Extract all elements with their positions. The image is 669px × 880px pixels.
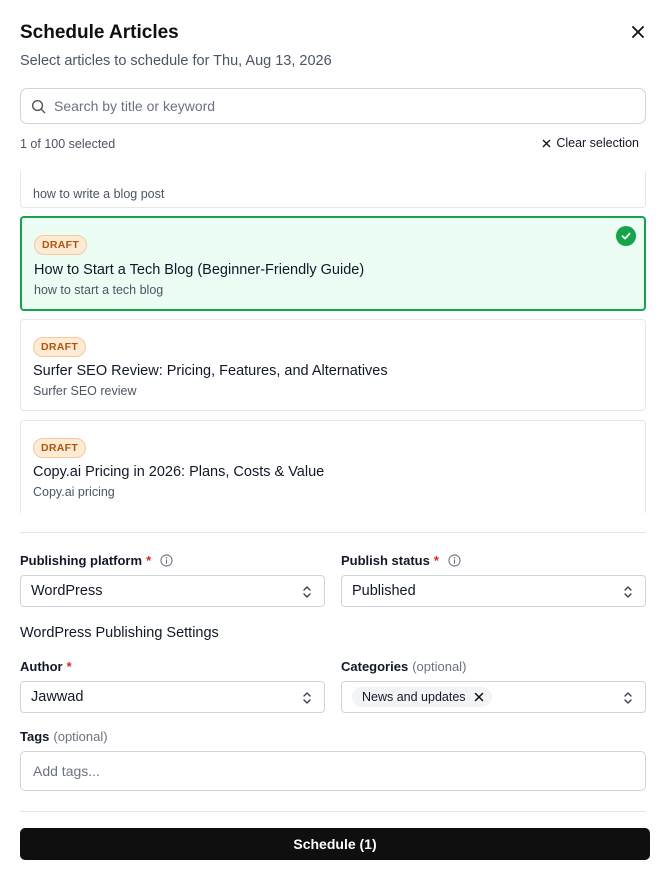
- publish-status-value: Published: [352, 583, 416, 599]
- article-title: Surfer SEO Review: Pricing, Features, an…: [33, 363, 388, 379]
- article-keyword: how to write a blog post: [33, 187, 165, 201]
- check-circle-icon: [616, 226, 636, 246]
- categories-select[interactable]: News and updates: [341, 681, 646, 713]
- category-chip: News and updates: [352, 687, 492, 707]
- article-title: How to Start a Tech Blog (Beginner-Frien…: [34, 262, 365, 278]
- platform-label: Publishing platform *: [20, 553, 173, 568]
- info-icon[interactable]: [448, 554, 461, 567]
- article-card[interactable]: how to write a blog post: [20, 171, 646, 208]
- categories-label: Categories (optional): [341, 659, 467, 674]
- tags-field: [20, 751, 646, 791]
- selection-count: 1 of 100 selected: [20, 137, 116, 151]
- chevron-up-down-icon: [624, 692, 632, 704]
- article-list[interactable]: how to write a blog post DRAFT How to St…: [0, 171, 669, 513]
- author-value: Jawwad: [31, 689, 84, 705]
- dialog-subtitle: Select articles to schedule for Thu, Aug…: [20, 53, 332, 69]
- section-title: WordPress Publishing Settings: [20, 625, 219, 641]
- status-badge: DRAFT: [34, 235, 88, 255]
- close-button[interactable]: [628, 22, 648, 42]
- status-badge: DRAFT: [33, 438, 87, 458]
- search-input[interactable]: [54, 98, 645, 114]
- article-title: Copy.ai Pricing in 2026: Plans, Costs & …: [33, 464, 325, 480]
- publish-status-label: Publish status *: [341, 553, 461, 568]
- status-badge: DRAFT: [33, 337, 87, 357]
- clear-selection-button[interactable]: Clear selection: [542, 136, 639, 150]
- chevron-up-down-icon: [303, 692, 311, 704]
- publish-status-select[interactable]: Published: [341, 575, 646, 607]
- dialog-title: Schedule Articles: [20, 22, 179, 43]
- tags-label: Tags (optional): [20, 729, 108, 744]
- search-box: [20, 88, 646, 124]
- article-keyword: how to start a tech blog: [34, 283, 164, 297]
- info-icon[interactable]: [160, 554, 173, 567]
- clear-selection-label: Clear selection: [556, 136, 639, 150]
- schedule-button[interactable]: Schedule (1): [20, 828, 650, 860]
- x-icon: [542, 139, 551, 147]
- author-label: Author *: [20, 659, 72, 674]
- article-keyword: Copy.ai pricing: [33, 485, 115, 499]
- chevron-up-down-icon: [624, 586, 632, 598]
- tags-input[interactable]: [33, 763, 645, 779]
- article-card-selected[interactable]: DRAFT How to Start a Tech Blog (Beginner…: [20, 216, 646, 311]
- author-select[interactable]: Jawwad: [20, 681, 325, 713]
- platform-value: WordPress: [31, 583, 103, 599]
- article-card[interactable]: DRAFT Copy.ai Pricing in 2026: Plans, Co…: [20, 420, 646, 513]
- chevron-up-down-icon: [303, 586, 311, 598]
- article-keyword: Surfer SEO review: [33, 384, 137, 398]
- x-icon[interactable]: [474, 692, 484, 702]
- platform-select[interactable]: WordPress: [20, 575, 325, 607]
- divider: [20, 811, 646, 812]
- divider: [20, 532, 646, 533]
- close-icon: [632, 26, 644, 38]
- search-icon: [31, 99, 46, 113]
- article-card[interactable]: DRAFT Surfer SEO Review: Pricing, Featur…: [20, 319, 646, 411]
